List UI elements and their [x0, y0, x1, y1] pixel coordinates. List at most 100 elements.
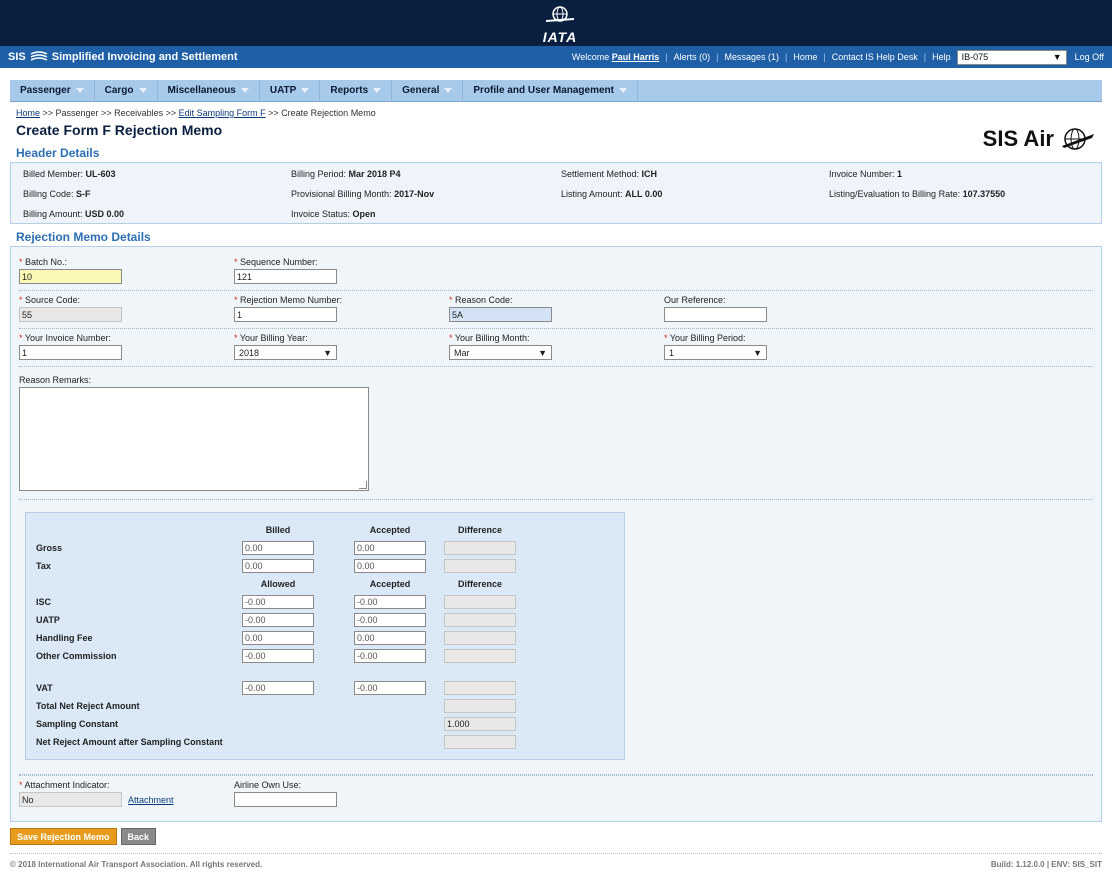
your-year-select[interactable]: 2018 ▼ — [234, 345, 337, 360]
breadcrumb-current: >> Create Rejection Memo — [265, 108, 376, 118]
nav-cargo[interactable]: Cargo — [95, 79, 158, 102]
gross-billed-input[interactable]: 0.00 — [242, 541, 314, 555]
contact-helpdesk-link[interactable]: Contact IS Help Desk — [832, 52, 918, 62]
header-details-panel: Billed Member: UL-603 Billing Period: Ma… — [10, 162, 1102, 224]
caret-down-icon — [240, 88, 249, 93]
nav-passenger[interactable]: Passenger — [10, 79, 95, 102]
col-allowed-header: Allowed — [260, 579, 296, 589]
batch-input[interactable]: 10 — [19, 269, 122, 284]
breadcrumb: Home >> Passenger >> Receivables >> Edit… — [0, 102, 1112, 118]
sequence-input[interactable]: 121 — [234, 269, 337, 284]
nav-miscellaneous[interactable]: Miscellaneous — [158, 79, 260, 102]
user-name-link[interactable]: Paul Harris — [612, 52, 660, 62]
isc-accepted-input[interactable]: -0.00 — [354, 595, 426, 609]
sis-brand-prefix: SIS — [8, 51, 26, 63]
other-accepted-input[interactable]: -0.00 — [354, 649, 426, 663]
attachment-field: * Attachment Indicator: No Attachment — [19, 780, 234, 807]
total-net-reject-value — [444, 699, 516, 713]
breadcrumb-text: >> Passenger >> Receivables >> — [40, 108, 179, 118]
nav-general[interactable]: General — [392, 79, 464, 102]
dropdown-arrow-icon: ▼ — [323, 347, 332, 358]
breadcrumb-edit-sampling[interactable]: Edit Sampling Form F — [179, 108, 266, 118]
sis-brand-title: Simplified Invoicing and Settlement — [51, 51, 238, 63]
isc-row: ISC -0.00 -0.00 — [36, 593, 614, 611]
sis-header-bar: SIS Simplified Invoicing and Settlement … — [0, 46, 1112, 68]
welcome-text: Welcome — [571, 52, 610, 62]
invoice-number: Invoice Number: 1 — [829, 169, 903, 179]
vat-accepted-input[interactable]: -0.00 — [354, 681, 426, 695]
iata-logo: IATA — [530, 6, 590, 45]
reason-remarks-textarea[interactable] — [19, 387, 369, 491]
nav-label: UATP — [269, 85, 297, 96]
member-select[interactable]: IB-075 ▼ — [956, 49, 1067, 65]
gross-difference — [444, 541, 516, 555]
member-select-value: IB-075 — [961, 52, 989, 62]
tax-accepted-input[interactable]: 0.00 — [354, 559, 426, 573]
airline-own-use-input[interactable] — [234, 792, 337, 807]
nav-label: Profile and User Management — [473, 85, 614, 96]
help-link[interactable]: Help — [932, 52, 951, 62]
your-invoice-input[interactable]: 1 — [19, 345, 122, 360]
sis-air-logo-text: SIS Air — [982, 126, 1054, 151]
messages-link[interactable]: Messages (1) — [725, 52, 780, 62]
our-reference-input[interactable] — [664, 307, 767, 322]
other-commission-row: Other Commission -0.00 -0.00 — [36, 647, 614, 665]
airline-own-use-field: Airline Own Use: — [234, 780, 449, 807]
nav-label: Miscellaneous — [167, 85, 236, 96]
back-button[interactable]: Back — [120, 828, 157, 845]
vat-billed-input[interactable]: -0.00 — [242, 681, 314, 695]
settlement-method: Settlement Method: ICH — [561, 169, 658, 179]
iata-logo-text: IATA — [542, 29, 578, 45]
rejection-form-panel: * Batch No.: 10 * Sequence Number: 121 *… — [10, 246, 1102, 822]
page-title: Create Form F Rejection Memo — [16, 122, 223, 138]
reason-code-field: * Reason Code: 5A — [449, 295, 664, 322]
footer: © 2018 International Air Transport Assoc… — [10, 853, 1102, 875]
isc-allowed-input[interactable]: -0.00 — [242, 595, 314, 609]
your-period-field: * Your Billing Period: 1 ▼ — [664, 333, 879, 360]
invoice-status: Invoice Status: Open — [291, 209, 376, 219]
reason-code-input[interactable]: 5A — [449, 307, 552, 322]
attachment-link[interactable]: Attachment — [128, 795, 174, 805]
logoff-link[interactable]: Log Off — [1075, 52, 1104, 62]
billing-amount: Billing Amount: USD 0.00 — [23, 209, 125, 219]
your-period-select[interactable]: 1 ▼ — [664, 345, 767, 360]
nav-label: Reports — [330, 85, 369, 96]
attachment-indicator-input: No — [19, 792, 122, 807]
globe-icon — [546, 6, 574, 22]
your-month-select[interactable]: Mar ▼ — [449, 345, 552, 360]
save-rejection-memo-button[interactable]: Save Rejection Memo — [10, 828, 117, 845]
resize-grip-icon[interactable] — [359, 481, 367, 489]
nav-reports[interactable]: Reports — [320, 79, 393, 102]
col-billed-header: Billed — [265, 525, 291, 535]
gross-accepted-input[interactable]: 0.00 — [354, 541, 426, 555]
caret-down-icon — [75, 88, 84, 93]
copyright-text: © 2018 International Air Transport Assoc… — [10, 860, 263, 869]
breadcrumb-home[interactable]: Home — [16, 108, 40, 118]
uatp-allowed-input[interactable]: -0.00 — [242, 613, 314, 627]
col-accepted-header: Accepted — [369, 525, 411, 535]
our-reference-field: Our Reference: — [664, 295, 879, 322]
col-difference-header: Difference — [457, 579, 502, 589]
alerts-link[interactable]: Alerts (0) — [674, 52, 711, 62]
tax-billed-input[interactable]: 0.00 — [242, 559, 314, 573]
handling-allowed-input[interactable]: 0.00 — [242, 631, 314, 645]
build-info: Build: 1.12.0.0 | ENV: SIS_SIT — [990, 860, 1102, 869]
your-month-field: * Your Billing Month: Mar ▼ — [449, 333, 664, 360]
nav-profile-user-management[interactable]: Profile and User Management — [463, 79, 638, 102]
col-difference-header: Difference — [457, 525, 502, 535]
sequence-field: * Sequence Number: 121 — [234, 257, 449, 284]
handling-accepted-input[interactable]: 0.00 — [354, 631, 426, 645]
net-after-sampling-row: Net Reject Amount after Sampling Constan… — [36, 733, 614, 751]
uatp-accepted-input[interactable]: -0.00 — [354, 613, 426, 627]
other-allowed-input[interactable]: -0.00 — [242, 649, 314, 663]
handling-fee-row: Handling Fee 0.00 0.00 — [36, 629, 614, 647]
handling-difference — [444, 631, 516, 645]
sis-logo-icon — [30, 51, 48, 61]
nav-uatp[interactable]: UATP — [260, 79, 321, 102]
your-year-field: * Your Billing Year: 2018 ▼ — [234, 333, 449, 360]
home-link[interactable]: Home — [793, 52, 817, 62]
header-details-title: Header Details — [16, 146, 100, 160]
batch-field: * Batch No.: 10 — [19, 257, 234, 284]
amounts-panel: Billed Accepted Difference Gross 0.00 0.00 T… — [25, 512, 625, 760]
rm-number-input[interactable]: 1 — [234, 307, 337, 322]
